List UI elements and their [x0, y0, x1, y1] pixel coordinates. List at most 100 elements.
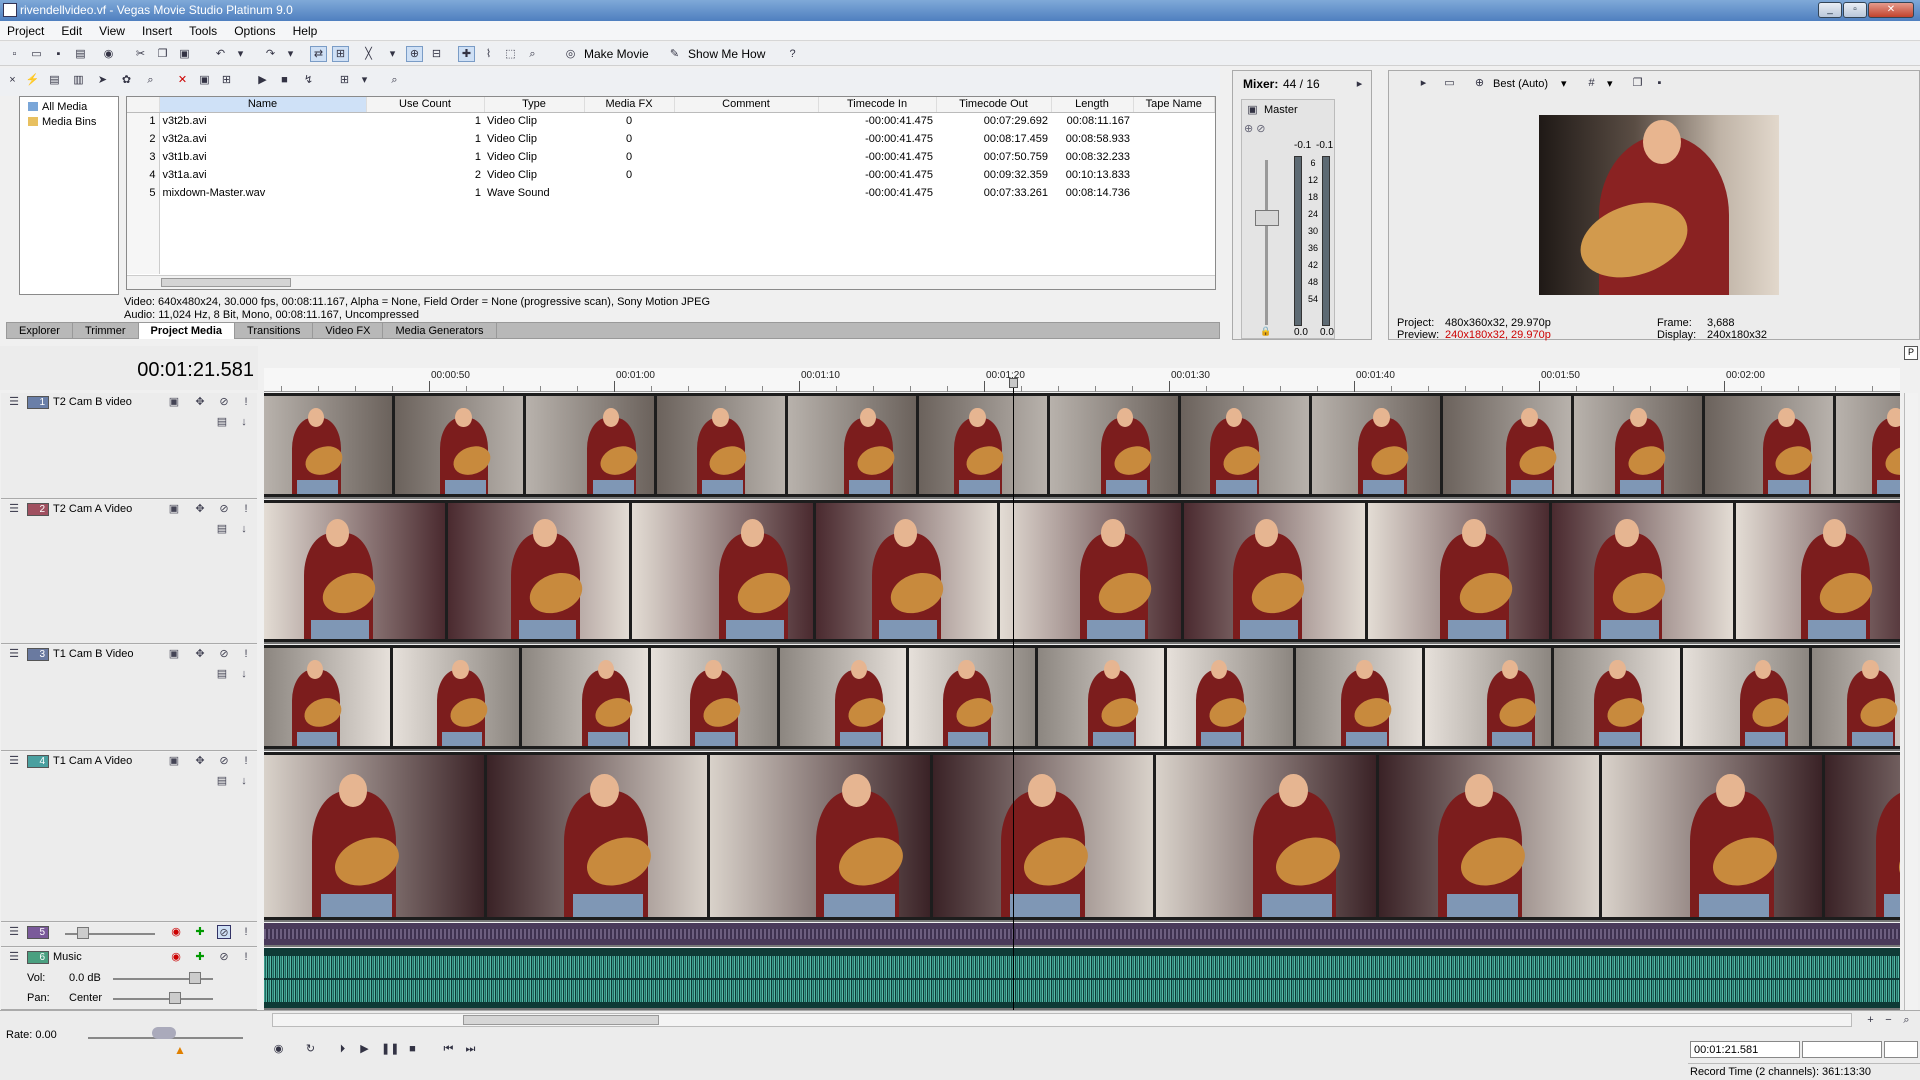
- track-motion-icon[interactable]: ✥: [193, 754, 207, 768]
- stop-icon[interactable]: ■: [276, 72, 293, 88]
- show-me-how-icon[interactable]: ✎: [666, 46, 683, 62]
- compositing-mode-icon[interactable]: ↓: [237, 415, 251, 429]
- track-motion-icon[interactable]: ✥: [193, 395, 207, 409]
- compositing-mode-icon[interactable]: ↓: [237, 774, 251, 788]
- new-icon[interactable]: ▫: [6, 46, 23, 62]
- tree-all-media[interactable]: All Media: [42, 101, 87, 113]
- solo-icon[interactable]: !: [239, 754, 253, 768]
- col-length[interactable]: Length: [1051, 97, 1134, 113]
- menu-help[interactable]: Help: [286, 21, 325, 41]
- lock-icon[interactable]: 🔒: [1260, 326, 1271, 337]
- show-me-how-button[interactable]: Show Me How: [688, 47, 765, 61]
- scroll-thumb[interactable]: [161, 278, 291, 287]
- playhead-marker-icon[interactable]: [1009, 378, 1018, 388]
- lock-envelopes-icon[interactable]: ⊕: [406, 46, 423, 62]
- close-button[interactable]: ✕: [1868, 2, 1914, 18]
- selection-tool-icon[interactable]: ⬚: [502, 46, 519, 62]
- col-timecode-in[interactable]: Timecode In: [818, 97, 937, 113]
- auto-ripple-icon[interactable]: ⇄: [310, 46, 327, 62]
- paste-icon[interactable]: ▣: [176, 46, 193, 62]
- save-snapshot-icon[interactable]: ▪: [1651, 75, 1668, 91]
- video-event[interactable]: [264, 755, 1900, 917]
- track-lane[interactable]: [264, 393, 1900, 499]
- track-expand-icon[interactable]: ☰: [7, 502, 21, 516]
- views-icon[interactable]: ⊞: [336, 72, 353, 88]
- properties-icon[interactable]: ▤: [72, 46, 89, 62]
- play-from-start-icon[interactable]: ⏵: [334, 1041, 351, 1057]
- track-lane[interactable]: [264, 752, 1900, 922]
- horizontal-scrollbar[interactable]: [127, 275, 1215, 289]
- menu-tools[interactable]: Tools: [182, 21, 224, 41]
- track-header[interactable]: ☰ 2 T2 Cam A Video ▣ ✥ ⊘! ▤ ↓: [1, 500, 257, 644]
- views-dropdown-icon[interactable]: ▾: [356, 72, 373, 88]
- pan-thumb[interactable]: [169, 992, 181, 1004]
- auto-preview-icon[interactable]: ↯: [300, 72, 317, 88]
- compositing-icon[interactable]: ▤: [215, 522, 229, 536]
- go-to-end-icon[interactable]: ⏭: [462, 1041, 479, 1057]
- col-timecode-out[interactable]: Timecode Out: [936, 97, 1052, 113]
- solo-icon[interactable]: !: [239, 925, 253, 939]
- track-header[interactable]: ☰ 6 Music ◉ ✚ ⊘! Vol: 0.0 dB Pan: Center: [1, 948, 257, 1010]
- track-name[interactable]: T1 Cam B Video: [53, 648, 134, 660]
- tab-transitions[interactable]: Transitions: [235, 323, 314, 339]
- minimize-button[interactable]: _: [1818, 2, 1842, 18]
- go-to-start-icon[interactable]: ⏮: [440, 1041, 457, 1057]
- render-icon[interactable]: ◉: [100, 46, 117, 62]
- col-type[interactable]: Type: [484, 97, 585, 113]
- track-expand-icon[interactable]: ☰: [7, 950, 21, 964]
- track-lane[interactable]: [264, 500, 1900, 644]
- play-icon[interactable]: ▶: [254, 72, 271, 88]
- media-row[interactable]: 1 v3t2b.avi 1 Video Clip 0 -00:00:41.475 00:07…: [127, 112, 1215, 130]
- preview-props-icon[interactable]: ▸: [1415, 75, 1432, 91]
- volume-thumb[interactable]: [189, 972, 201, 984]
- col-comment[interactable]: Comment: [674, 97, 819, 113]
- track-volume-thumb[interactable]: [77, 927, 89, 939]
- track-header[interactable]: ☰ 4 T1 Cam A Video ▣ ✥ ⊘! ▤ ↓: [1, 752, 257, 922]
- track-lane[interactable]: [264, 948, 1900, 1010]
- bus-insert-icon[interactable]: ⊕ ⊘: [1244, 122, 1266, 135]
- record-icon[interactable]: ◉: [270, 1041, 287, 1057]
- bus-fx-icon[interactable]: ▣: [1244, 102, 1261, 118]
- solo-icon[interactable]: !: [239, 502, 253, 516]
- track-expand-icon[interactable]: ☰: [7, 647, 21, 661]
- track-lane[interactable]: [264, 645, 1900, 751]
- close-pane-icon[interactable]: ×: [4, 72, 21, 88]
- media-fx-icon[interactable]: ✿: [118, 72, 135, 88]
- undo-dropdown-icon[interactable]: ▾: [232, 46, 249, 62]
- track-fx-icon[interactable]: ▣: [167, 395, 181, 409]
- compositing-mode-icon[interactable]: ↓: [237, 522, 251, 536]
- selection-end-field[interactable]: [1884, 1041, 1918, 1058]
- mute-icon[interactable]: ⊘: [217, 754, 231, 768]
- timeline-vertical-scrollbar[interactable]: [1904, 393, 1918, 1010]
- stop-icon[interactable]: ■: [404, 1041, 421, 1057]
- media-row[interactable]: 4 v3t1a.avi 2 Video Clip 0 -00:00:41.475 00:09…: [127, 166, 1215, 184]
- compositing-icon[interactable]: ▤: [215, 415, 229, 429]
- arm-record-icon[interactable]: ◉: [169, 950, 183, 964]
- track-motion-icon[interactable]: ✥: [193, 647, 207, 661]
- timeline-menu-icon[interactable]: P: [1904, 346, 1918, 360]
- audio-event[interactable]: [264, 929, 1900, 939]
- pan-slider[interactable]: [113, 998, 213, 1000]
- normal-edit-tool-icon[interactable]: ✚: [458, 46, 475, 62]
- timeline-scrollbar[interactable]: [272, 1013, 1852, 1027]
- mute-icon[interactable]: ⊘: [217, 950, 231, 964]
- track-header[interactable]: ☰ 5 ◉ ✚ ⊘!: [1, 923, 257, 947]
- mute-icon[interactable]: ⊘: [217, 925, 231, 939]
- menu-edit[interactable]: Edit: [54, 21, 89, 41]
- timeline-scroll-thumb[interactable]: [463, 1015, 659, 1025]
- selection-length-field[interactable]: [1802, 1041, 1882, 1058]
- track-fx-icon[interactable]: ▣: [167, 502, 181, 516]
- track-lane[interactable]: [264, 923, 1900, 947]
- tab-project-media[interactable]: Project Media: [138, 323, 236, 339]
- video-event[interactable]: [264, 648, 1900, 746]
- overlays-icon[interactable]: #: [1583, 75, 1600, 91]
- menu-insert[interactable]: Insert: [135, 21, 179, 41]
- pause-icon[interactable]: ❚❚: [380, 1041, 399, 1057]
- timeline-ruler[interactable]: 00:00:50 00:01:00 00:01:10 00:01:20 00:01:30…: [264, 368, 1900, 392]
- zoom-in-icon[interactable]: +: [1862, 1012, 1879, 1028]
- import-media-icon[interactable]: ⚡: [24, 72, 41, 88]
- loop-icon[interactable]: ↻: [302, 1041, 319, 1057]
- zoom-out-icon[interactable]: −: [1880, 1012, 1897, 1028]
- crossfade-icon[interactable]: ╳: [360, 46, 377, 62]
- compositing-icon[interactable]: ▤: [215, 667, 229, 681]
